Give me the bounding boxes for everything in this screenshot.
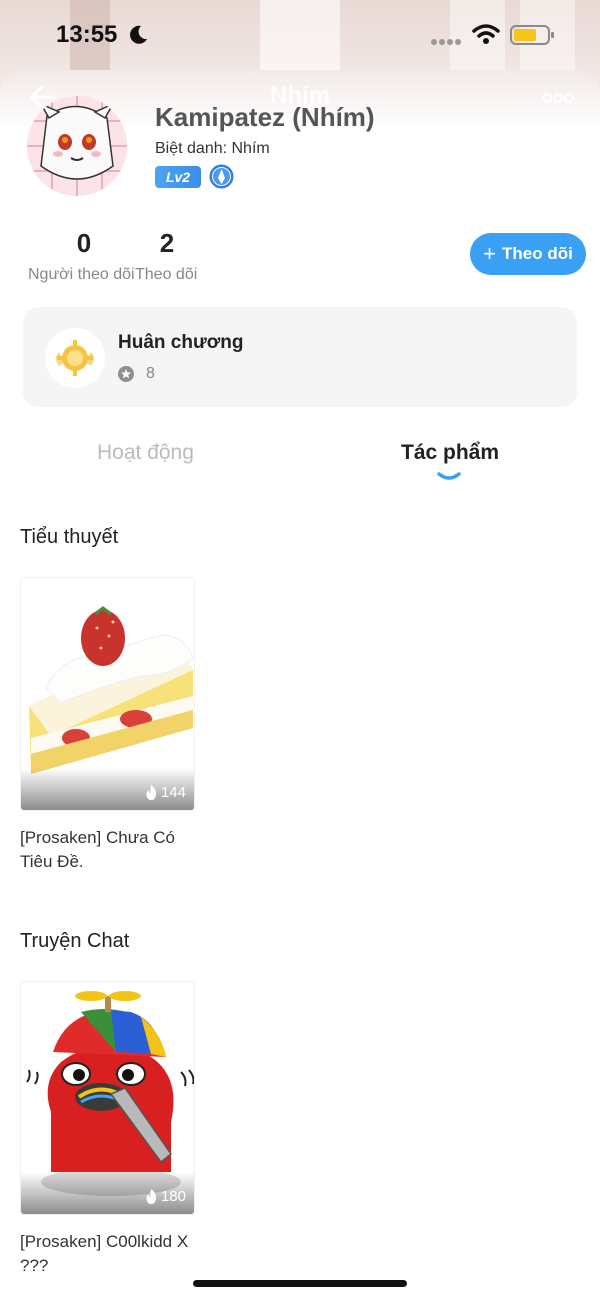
medals-count: 8 bbox=[146, 365, 155, 382]
avatar-image bbox=[27, 96, 127, 196]
level-badge: Lv2 bbox=[155, 166, 201, 188]
work-title[interactable]: [Prosaken] Chưa Có Tiêu Đề. bbox=[20, 826, 195, 874]
tab-activity[interactable]: Hoạt động bbox=[97, 441, 194, 465]
follow-button-label: Theo dõi bbox=[502, 244, 573, 263]
view-count: 144 bbox=[145, 784, 186, 801]
follow-button[interactable]: + Theo dõi bbox=[470, 233, 586, 275]
followers-count[interactable]: 0 bbox=[54, 228, 114, 259]
fire-icon bbox=[146, 785, 157, 800]
work-title[interactable]: [Prosaken] C00lkidd X ??? bbox=[20, 1230, 195, 1278]
plus-icon: + bbox=[483, 241, 497, 266]
following-count[interactable]: 2 bbox=[137, 228, 197, 259]
work-card-novel[interactable]: 144 bbox=[20, 577, 195, 811]
section-title-novels: Tiểu thuyết bbox=[20, 526, 119, 548]
wifi-icon bbox=[472, 24, 500, 44]
rank-badge-icon bbox=[209, 164, 234, 189]
profile-nickname: Biệt danh: Nhím bbox=[155, 140, 270, 157]
star-badge-icon bbox=[118, 366, 134, 382]
moon-icon bbox=[130, 25, 147, 44]
followers-label[interactable]: Người theo dõi bbox=[28, 266, 135, 284]
medals-card[interactable]: Huân chương 8 bbox=[23, 307, 577, 407]
status-time: 13:55 bbox=[56, 21, 118, 48]
medals-title: Huân chương bbox=[118, 332, 244, 353]
fire-icon bbox=[146, 1189, 157, 1204]
medal-icon bbox=[56, 340, 94, 376]
section-title-chat-stories: Truyện Chat bbox=[20, 930, 130, 952]
status-bar: 13:55 bbox=[0, 0, 600, 70]
profile-name: Kamipatez (Nhím) bbox=[155, 102, 375, 132]
cellular-signal-icon bbox=[431, 39, 461, 45]
medal-icon-container bbox=[45, 328, 105, 388]
avatar[interactable] bbox=[27, 96, 127, 196]
more-options-icon[interactable] bbox=[542, 92, 574, 104]
battery-icon bbox=[510, 25, 554, 45]
active-tab-indicator bbox=[437, 472, 461, 480]
view-count-value: 144 bbox=[160, 784, 186, 801]
work-card-chat-story[interactable]: 180 bbox=[20, 981, 195, 1215]
home-indicator bbox=[193, 1280, 407, 1287]
view-count: 180 bbox=[145, 1188, 186, 1205]
tab-works[interactable]: Tác phẩm bbox=[401, 441, 499, 465]
following-label[interactable]: Theo dõi bbox=[135, 266, 197, 284]
view-count-value: 180 bbox=[160, 1188, 186, 1205]
